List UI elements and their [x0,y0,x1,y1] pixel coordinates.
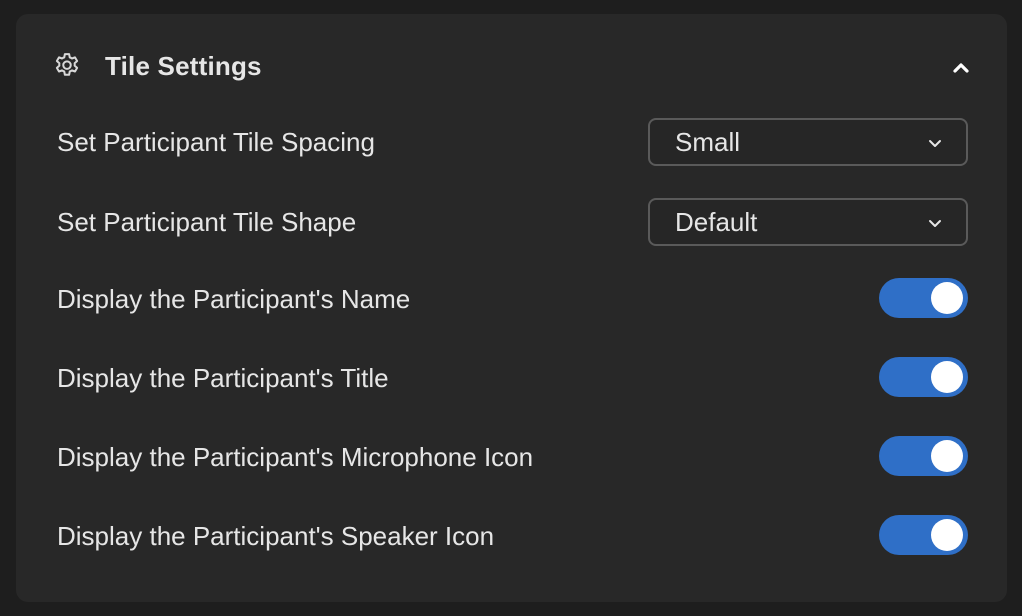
show-name-label: Display the Participant's Name [57,284,411,314]
shape-dropdown[interactable]: Default [648,198,968,246]
toggle-knob [931,519,963,551]
show-name-toggle[interactable] [879,278,968,318]
setting-row-show-name: Display the Participant's Name [16,278,1007,318]
show-speaker-toggle[interactable] [879,515,968,555]
setting-row-show-speaker: Display the Participant's Speaker Icon [16,515,1007,555]
toggle-knob [931,282,963,314]
setting-row-spacing: Set Participant Tile Spacing Small [16,118,1007,166]
setting-row-show-title: Display the Participant's Title [16,357,1007,397]
shape-selected-value: Default [675,207,758,237]
tile-settings-panel: Tile Settings Set Participant Tile Spaci… [16,14,1007,602]
show-mic-label: Display the Participant's Microphone Ico… [57,442,534,472]
spacing-selected-value: Small [675,127,741,157]
section-title: Tile Settings [105,51,262,81]
shape-label: Set Participant Tile Shape [57,207,357,237]
toggle-knob [931,440,963,472]
chevron-up-icon[interactable] [946,52,976,82]
chevron-down-icon [926,214,944,232]
show-speaker-label: Display the Participant's Speaker Icon [57,521,495,551]
setting-row-show-mic: Display the Participant's Microphone Ico… [16,436,1007,476]
tile-settings-header[interactable]: Tile Settings [16,14,1007,118]
spacing-dropdown[interactable]: Small [648,118,968,166]
show-mic-toggle[interactable] [879,436,968,476]
gear-icon [52,51,82,81]
setting-row-shape: Set Participant Tile Shape Default [16,198,1007,246]
toggle-knob [931,361,963,393]
show-title-label: Display the Participant's Title [57,363,389,393]
spacing-label: Set Participant Tile Spacing [57,127,375,157]
show-title-toggle[interactable] [879,357,968,397]
chevron-down-icon [926,134,944,152]
